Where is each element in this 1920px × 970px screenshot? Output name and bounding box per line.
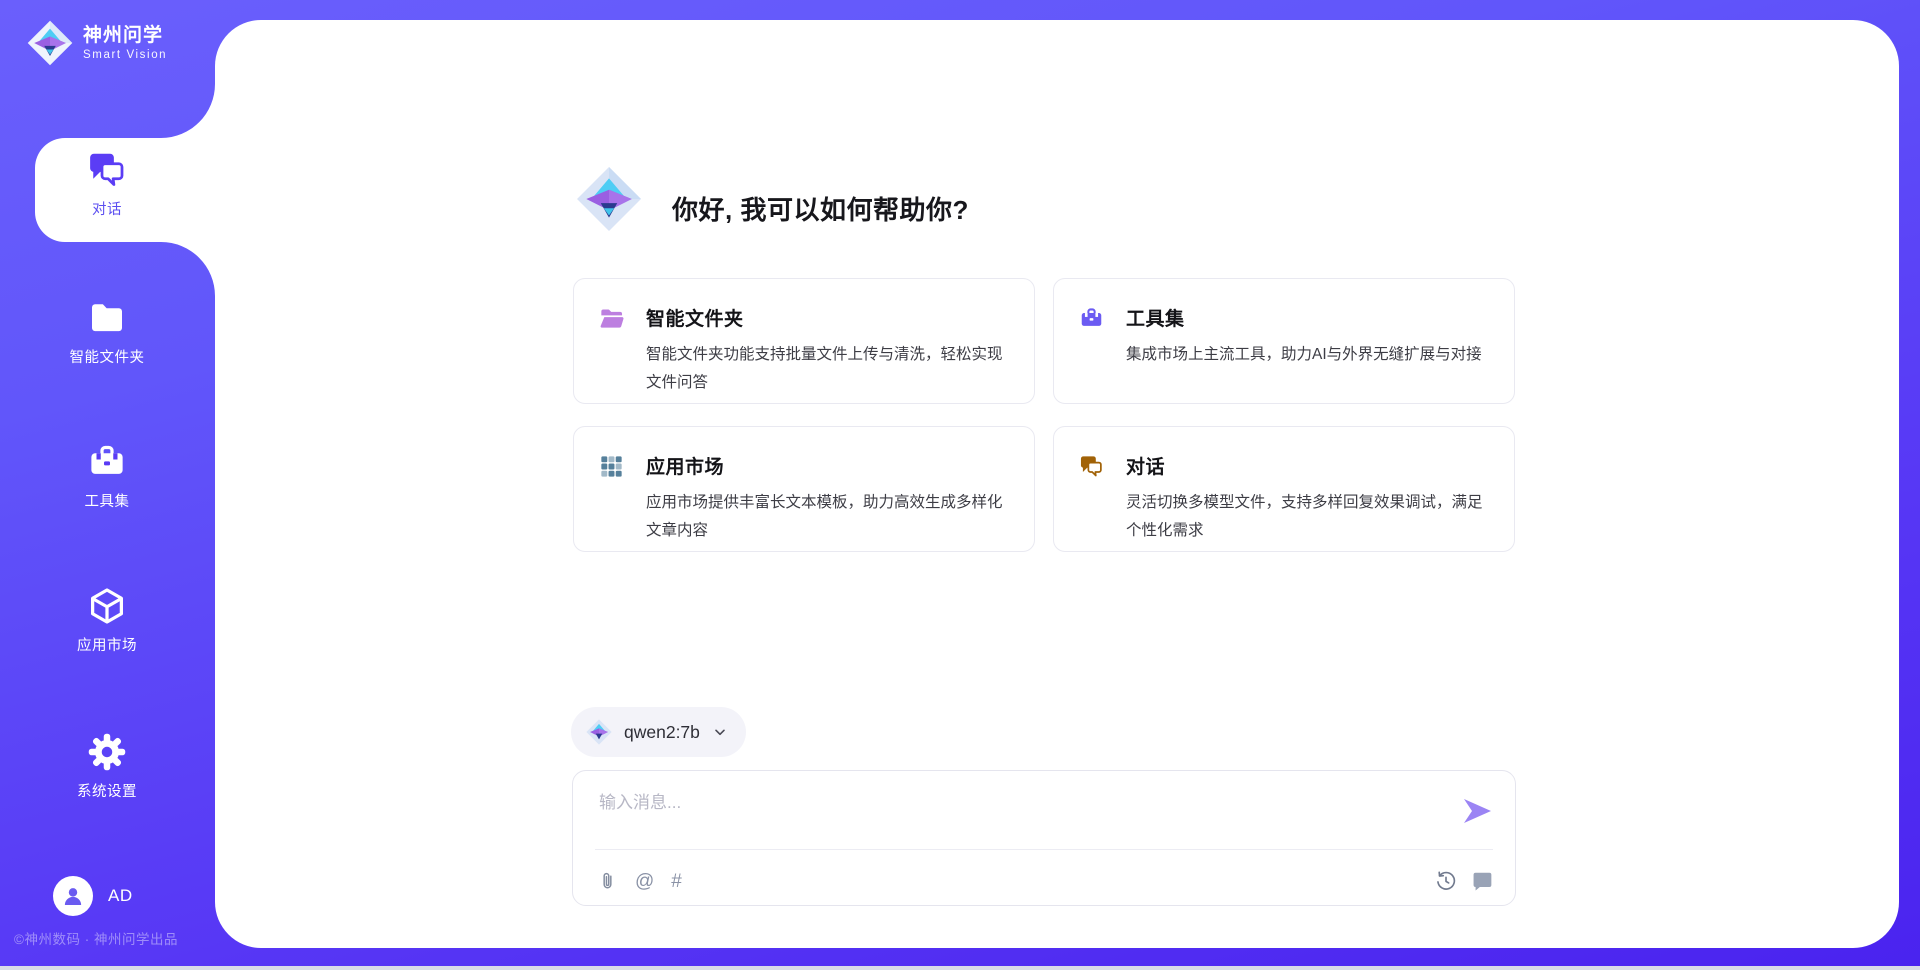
card-title: 对话: [1126, 452, 1486, 479]
sidebar-item-toolset[interactable]: 工具集: [4, 442, 210, 511]
folder-open-icon: [599, 306, 624, 331]
card-chat[interactable]: 对话 灵活切换多模型文件，支持多样回复效果调试，满足个性化需求: [1053, 426, 1515, 552]
brand-name: 神州问学: [83, 25, 167, 47]
sidebar-item-settings[interactable]: 系统设置: [4, 732, 210, 801]
card-title: 应用市场: [646, 452, 1006, 479]
avatar[interactable]: [53, 876, 93, 916]
message-composer: @ #: [572, 770, 1516, 906]
person-icon: [60, 883, 86, 909]
sidebar-item-label: 应用市场: [77, 634, 137, 655]
sidebar-item-label: 对话: [92, 198, 122, 219]
user-row[interactable]: AD: [53, 876, 133, 916]
gear-icon: [87, 732, 127, 772]
brand: 神州问学 Smart Vision: [27, 20, 167, 66]
card-title: 工具集: [1126, 304, 1486, 331]
user-initials: AD: [108, 886, 133, 906]
mention-icon[interactable]: @: [635, 872, 654, 891]
topic-icon[interactable]: #: [671, 872, 682, 891]
sidebar-item-app-market[interactable]: 应用市场: [4, 586, 210, 655]
sidebar-item-chat[interactable]: 对话: [4, 150, 210, 219]
brand-diamond-logo: [27, 20, 73, 66]
folder-icon: [87, 298, 127, 338]
card-description: 应用市场提供丰富长文本模板，助力高效生成多样化文章内容: [646, 489, 1006, 545]
card-smart-folder[interactable]: 智能文件夹 智能文件夹功能支持批量文件上传与清洗，轻松实现文件问答: [573, 278, 1035, 404]
grid-icon: [599, 454, 624, 479]
model-diamond-logo: [586, 719, 612, 745]
card-toolset[interactable]: 工具集 集成市场上主流工具，助力AI与外界无缝扩展与对接: [1053, 278, 1515, 404]
history-icon[interactable]: [1435, 870, 1457, 892]
chevron-down-icon: [712, 724, 728, 740]
message-input[interactable]: [597, 785, 1441, 821]
send-icon[interactable]: [1461, 795, 1493, 827]
toolbox-icon: [87, 442, 127, 482]
card-description: 集成市场上主流工具，助力AI与外界无缝扩展与对接: [1126, 341, 1486, 369]
feedback-icon[interactable]: [1471, 870, 1493, 892]
hero-diamond-logo: [576, 166, 642, 232]
sidebar-item-smart-folder[interactable]: 智能文件夹: [4, 298, 210, 367]
bottom-edge-line: [0, 966, 1920, 970]
card-app-market[interactable]: 应用市场 应用市场提供丰富长文本模板，助力高效生成多样化文章内容: [573, 426, 1035, 552]
model-selector[interactable]: qwen2:7b: [571, 707, 746, 757]
model-name: qwen2:7b: [624, 722, 700, 743]
card-title: 智能文件夹: [646, 304, 1006, 331]
card-description: 灵活切换多模型文件，支持多样回复效果调试，满足个性化需求: [1126, 489, 1486, 545]
card-description: 智能文件夹功能支持批量文件上传与清洗，轻松实现文件问答: [646, 341, 1006, 397]
brand-subtitle: Smart Vision: [83, 49, 167, 61]
sidebar-item-label: 智能文件夹: [70, 346, 145, 367]
cube-icon: [87, 586, 127, 626]
composer-divider: [595, 849, 1493, 850]
chat-bubbles-icon: [1079, 454, 1104, 479]
chat-bubbles-icon: [87, 150, 127, 190]
sidebar-item-label: 工具集: [85, 490, 130, 511]
greeting-title: 你好, 我可以如何帮助你?: [672, 190, 969, 227]
copyright: ©神州数码 · 神州问学出品: [14, 928, 178, 948]
composer-toolbar: @ #: [597, 863, 1493, 899]
attachment-icon[interactable]: [597, 871, 618, 892]
sidebar-item-label: 系统设置: [77, 780, 137, 801]
toolbox-icon: [1079, 306, 1104, 331]
